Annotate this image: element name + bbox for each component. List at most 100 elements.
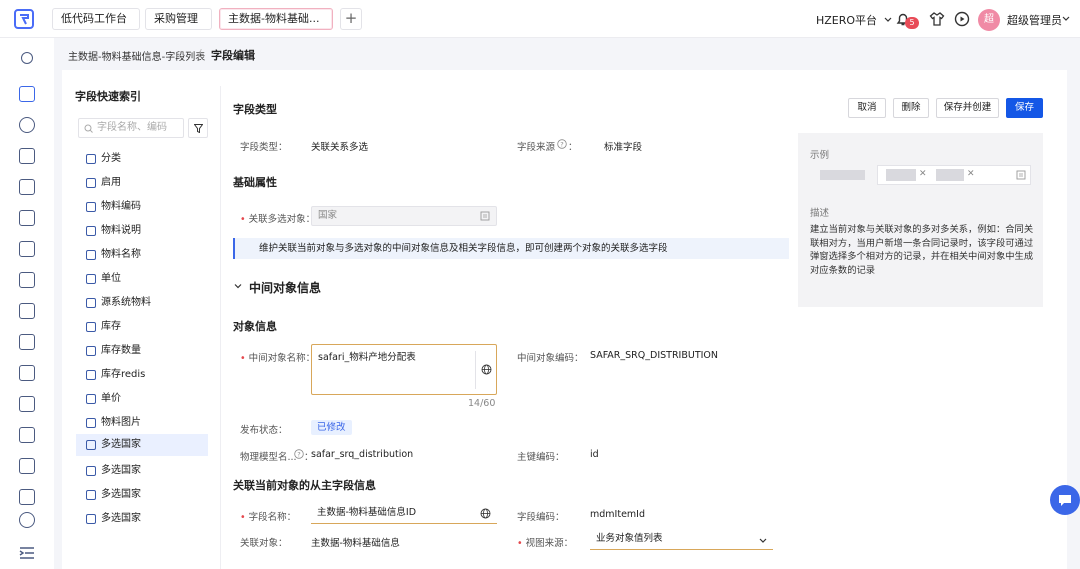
globe-icon[interactable]: [480, 508, 491, 519]
field-type-label: 字段类型：: [240, 142, 288, 153]
index-item[interactable]: 多选国家: [76, 484, 208, 506]
cancel-button[interactable]: 取消: [848, 98, 886, 118]
svg-text:?: ?: [560, 140, 563, 148]
nav-app-icon[interactable]: [19, 86, 35, 102]
field-type-icon: [86, 274, 96, 284]
nav-code-icon[interactable]: [19, 148, 35, 164]
index-item[interactable]: 单价: [76, 388, 208, 410]
section-middle-object: 中间对象信息: [249, 281, 322, 295]
tab-purchase-management[interactable]: 采购管理: [145, 8, 212, 30]
example-desc-title: 描述: [810, 208, 830, 219]
chevron-down-icon: [884, 17, 891, 22]
nav-list-icon[interactable]: [19, 303, 35, 319]
index-item[interactable]: 物料说明: [76, 220, 208, 242]
related-code-value: mdmItemId: [590, 509, 645, 520]
list-select-icon: [480, 211, 490, 221]
field-type-icon: [86, 370, 96, 380]
chevron-down-icon[interactable]: [233, 281, 243, 291]
collapse-menu-icon[interactable]: [19, 546, 35, 560]
help-icon[interactable]: ?: [557, 139, 567, 149]
index-item-label: 物料图片: [101, 417, 141, 428]
chat-icon: [1059, 495, 1071, 506]
field-type-icon: [86, 514, 96, 524]
middle-name-label: • 中间对象名称：: [240, 353, 316, 364]
play-icon[interactable]: [954, 11, 970, 27]
floating-help-button[interactable]: [1050, 485, 1080, 515]
left-nav: [0, 38, 54, 569]
colon: ：: [568, 142, 578, 153]
help-icon[interactable]: ?: [294, 449, 304, 459]
field-type-icon: [86, 440, 96, 450]
breadcrumb-parent[interactable]: 主数据-物料基础信息-字段列表: [68, 48, 205, 63]
index-item-label: 单位: [101, 273, 121, 284]
middle-code-value: SAFAR_SRQ_DISTRIBUTION: [590, 350, 719, 361]
index-item[interactable]: 源系统物料: [76, 292, 208, 314]
index-item[interactable]: 启用: [76, 172, 208, 194]
field-type-icon: [86, 202, 96, 212]
search-icon[interactable]: [21, 52, 33, 64]
related-field-input[interactable]: 主数据-物料基础信息ID: [311, 504, 497, 524]
index-item-label: 单价: [101, 393, 121, 404]
nav-folder-icon[interactable]: [19, 210, 35, 226]
index-item[interactable]: 库存: [76, 316, 208, 338]
index-item[interactable]: 库存redis: [76, 364, 208, 386]
index-item[interactable]: 物料图片: [76, 412, 208, 434]
status-badge: 已修改: [311, 420, 352, 435]
index-item-label: 启用: [101, 177, 121, 188]
svg-text:?: ?: [297, 450, 300, 458]
index-item[interactable]: 多选国家: [76, 460, 208, 482]
field-type-icon: [86, 490, 96, 500]
field-type-icon: [86, 346, 96, 356]
chevron-down-icon[interactable]: [1062, 15, 1070, 23]
index-item[interactable]: 物料名称: [76, 244, 208, 266]
middle-code-label: 中间对象编码：: [517, 353, 584, 364]
nav-export-icon[interactable]: [19, 365, 35, 381]
section-object-info: 对象信息: [233, 320, 277, 333]
index-item[interactable]: 多选国家: [76, 434, 208, 456]
nav-calendar-icon[interactable]: [19, 396, 35, 412]
tab-material-master[interactable]: 主数据-物料基础...: [219, 8, 333, 30]
page-title: 字段编辑: [211, 49, 255, 62]
section-related-field: 关联当前对象的从主字段信息: [233, 479, 376, 492]
nav-user-icon[interactable]: [19, 512, 35, 528]
middle-name-textarea[interactable]: safari_物料产地分配表: [311, 344, 497, 395]
nav-grid-icon[interactable]: [19, 458, 35, 474]
index-item-label: 源系统物料: [101, 297, 151, 308]
nav-table-icon[interactable]: [19, 334, 35, 350]
search-icon: [84, 124, 93, 133]
index-item[interactable]: 库存数量: [76, 340, 208, 362]
index-item[interactable]: 单位: [76, 268, 208, 290]
save-create-button[interactable]: 保存并创建: [936, 98, 999, 118]
nav-layout-icon[interactable]: [19, 272, 35, 288]
index-item[interactable]: 分类: [76, 148, 208, 170]
nav-image-icon[interactable]: [19, 489, 35, 505]
index-item-label: 库存数量: [101, 345, 141, 356]
nav-code-icon[interactable]: [19, 179, 35, 195]
tab-lowcode-workbench[interactable]: 低代码工作台: [52, 8, 140, 30]
save-button[interactable]: 保存: [1006, 98, 1043, 118]
platform-switcher[interactable]: HZERO平台: [816, 12, 892, 28]
example-label-placeholder: [820, 170, 865, 180]
globe-icon[interactable]: [481, 364, 492, 375]
index-search-input[interactable]: 字段名称、编码: [78, 118, 184, 138]
shirt-icon[interactable]: [929, 11, 945, 27]
add-tab-button[interactable]: +: [340, 8, 362, 30]
nav-settings-icon[interactable]: [19, 117, 35, 133]
field-source-label: 字段来源: [517, 142, 556, 153]
top-bar: 低代码工作台 采购管理 主数据-物料基础... + HZERO平台 5 超 超级…: [0, 0, 1080, 38]
nav-flow-icon[interactable]: [19, 427, 35, 443]
nav-module-icon[interactable]: [19, 241, 35, 257]
delete-button[interactable]: 删除: [893, 98, 929, 118]
index-item[interactable]: 物料编码: [76, 196, 208, 218]
filter-button[interactable]: [188, 118, 208, 138]
field-type-icon: [86, 322, 96, 332]
view-source-select[interactable]: 业务对象值列表: [590, 530, 773, 550]
index-item[interactable]: 多选国家: [76, 508, 208, 530]
index-item-label: 多选国家: [101, 465, 141, 476]
username[interactable]: 超级管理员: [1007, 12, 1062, 28]
field-type-icon: [86, 418, 96, 428]
logo-icon: [14, 9, 34, 29]
physical-model-label: 物理模型名...: [240, 452, 297, 463]
avatar[interactable]: 超: [978, 9, 1000, 31]
index-item-label: 库存redis: [101, 369, 146, 380]
